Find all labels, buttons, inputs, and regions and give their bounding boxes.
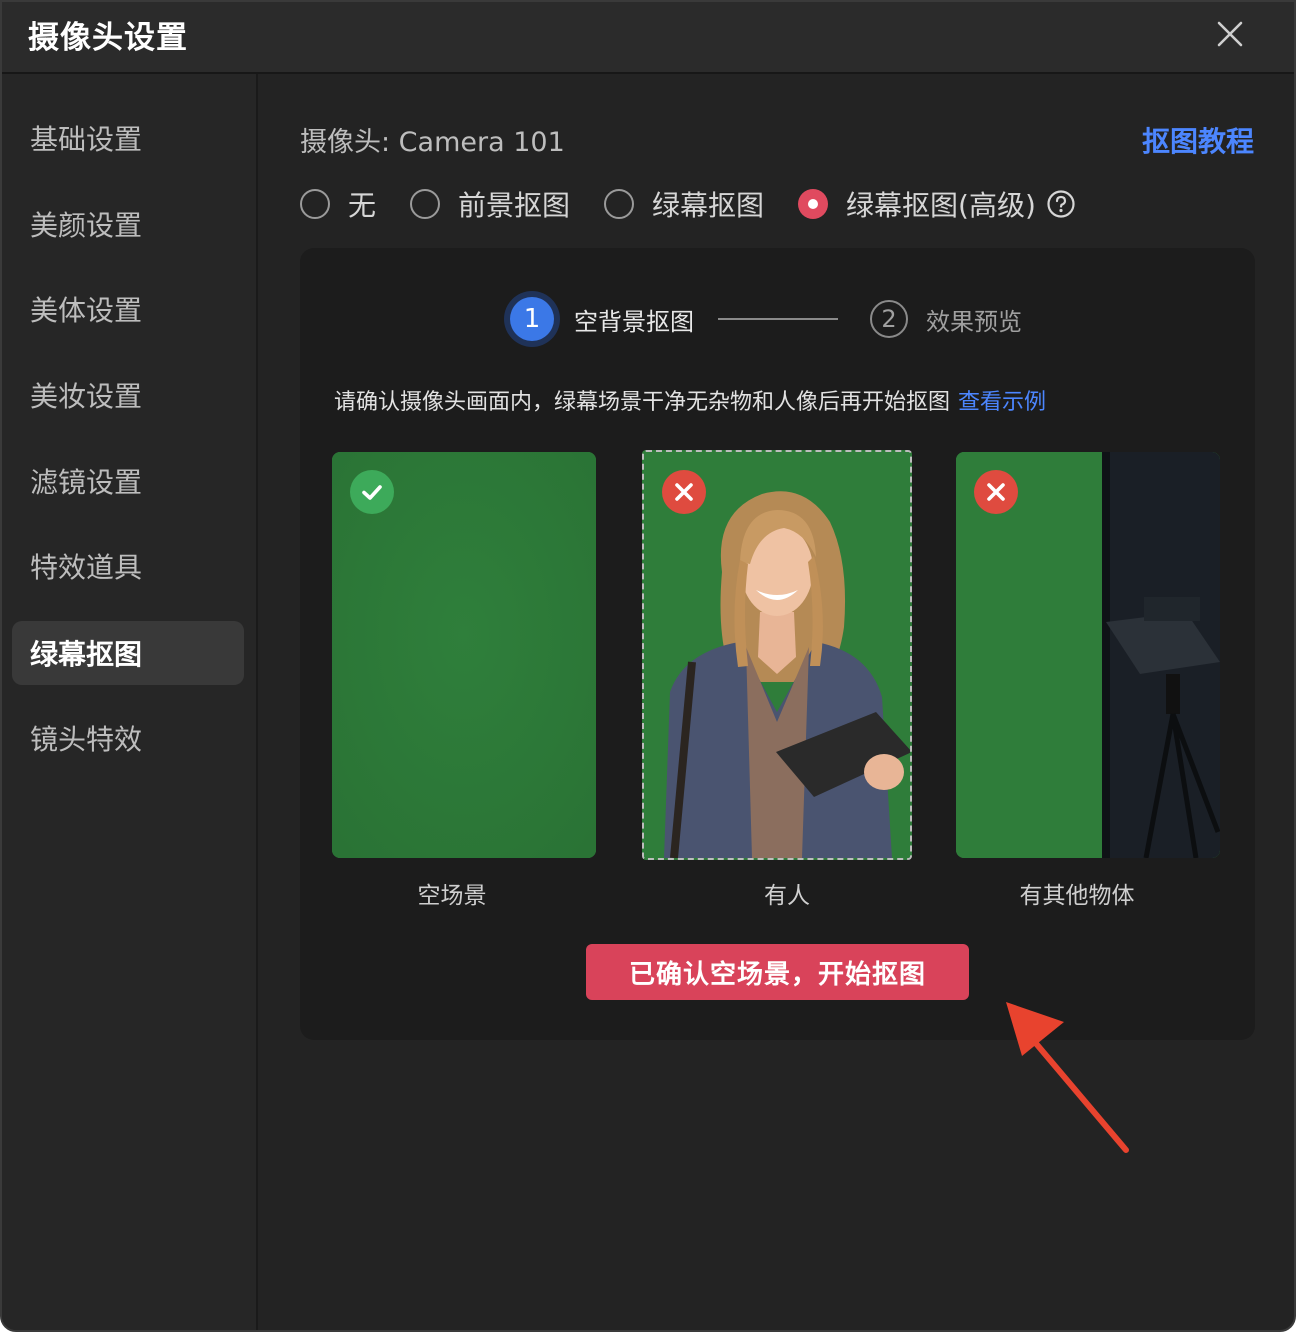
cross-icon <box>987 483 1005 501</box>
radio-green-screen-advanced[interactable]: 绿幕抠图(高级) <box>798 184 1036 224</box>
instruction-text: 请确认摄像头画面内，绿幕场景干净无杂物和人像后再开始抠图 查看示例 <box>334 384 1046 416</box>
close-button[interactable] <box>1210 14 1250 54</box>
card-label-person: 有人 <box>764 883 810 909</box>
sidebar-item-green-screen[interactable]: 绿幕抠图 <box>12 621 244 685</box>
arrow-annotation <box>1006 1002 1129 1153</box>
radio-foreground[interactable]: 前景抠图 <box>410 184 570 224</box>
step-1-label: 空背景抠图 <box>574 307 694 336</box>
window-title: 摄像头设置 <box>28 20 188 56</box>
sidebar-item-lens-effects[interactable]: 镜头特效 <box>12 706 244 770</box>
step-2-number: 2 <box>870 300 908 338</box>
radio-green-screen[interactable]: 绿幕抠图 <box>604 184 764 224</box>
preview-card-person <box>642 450 912 860</box>
radio-label: 绿幕抠图 <box>652 189 765 222</box>
sidebar-item-body[interactable]: 美体设置 <box>12 277 244 341</box>
instruction-body: 请确认摄像头画面内，绿幕场景干净无杂物和人像后再开始抠图 <box>334 390 951 415</box>
sidebar-item-effects[interactable]: 特效道具 <box>12 534 244 598</box>
radio-circle-checked <box>798 189 829 219</box>
mode-radio-group: 无 前景抠图 绿幕抠图 绿幕抠图(高级) <box>300 184 1076 224</box>
preview-card-empty-scene <box>332 452 596 858</box>
radio-label: 无 <box>348 189 377 222</box>
sidebar-item-filter[interactable]: 滤镜设置 <box>12 449 244 513</box>
sidebar-item-basic[interactable]: 基础设置 <box>12 106 244 170</box>
green-screen-panel: 1 空背景抠图 2 效果预览 请确认摄像头画面内，绿幕场景干净无杂物和人像后再开… <box>300 248 1255 1040</box>
camera-label: 摄像头: Camera 101 <box>300 127 565 158</box>
confirm-start-button[interactable]: 已确认空场景，开始抠图 <box>586 944 969 1000</box>
check-icon <box>362 485 382 500</box>
settings-sidebar: 基础设置 美颜设置 美体设置 美妆设置 滤镜设置 特效道具 绿幕抠图 镜头特效 <box>2 74 258 1330</box>
sidebar-item-beauty[interactable]: 美颜设置 <box>12 192 244 256</box>
tutorial-link[interactable]: 抠图教程 <box>1142 120 1254 160</box>
radio-none[interactable]: 无 <box>300 184 376 224</box>
card-label-empty-scene: 空场景 <box>417 883 487 909</box>
cross-badge <box>974 470 1018 514</box>
close-icon <box>1217 21 1243 47</box>
radio-circle <box>410 189 441 219</box>
check-badge <box>350 470 394 514</box>
radio-circle <box>604 189 635 219</box>
cross-icon <box>675 483 693 501</box>
card-label-other-objects: 有其他物体 <box>1019 883 1135 909</box>
sidebar-item-makeup[interactable]: 美妆设置 <box>12 363 244 427</box>
step-1-number: 1 <box>510 297 554 341</box>
help-icon[interactable] <box>1046 189 1076 219</box>
step-indicator: 1 空背景抠图 2 效果预览 <box>510 292 1022 346</box>
step-2-label: 效果预览 <box>926 307 1022 336</box>
radio-label: 绿幕抠图(高级) <box>846 189 1036 222</box>
preview-card-other-objects <box>956 452 1220 858</box>
step-connector <box>718 318 838 320</box>
title-bar: 摄像头设置 <box>2 2 1294 74</box>
cross-badge <box>662 470 706 514</box>
camera-settings-window: 摄像头设置 基础设置 美颜设置 美体设置 美妆设置 滤镜设置 特效道具 绿幕抠图… <box>0 0 1296 1332</box>
radio-circle <box>300 189 330 219</box>
view-example-link[interactable]: 查看示例 <box>958 390 1046 415</box>
radio-label: 前景抠图 <box>458 189 571 222</box>
